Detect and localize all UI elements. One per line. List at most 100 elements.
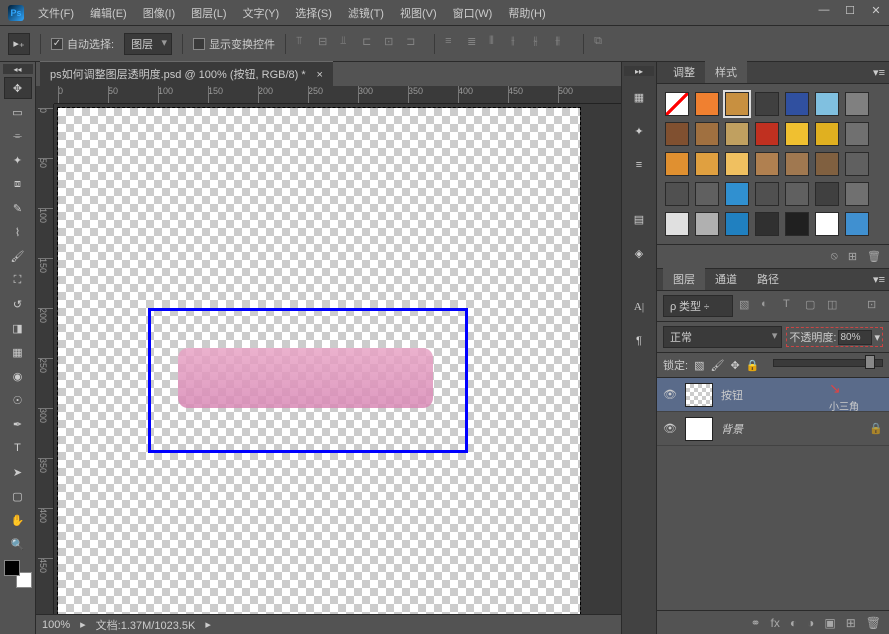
canvas[interactable]: [58, 108, 580, 614]
layer-name[interactable]: 按钮: [721, 387, 883, 403]
clone-stamp-tool[interactable]: ⛶: [4, 269, 32, 291]
link-layers-icon[interactable]: ⚭: [750, 616, 760, 630]
adjustment-layer-icon[interactable]: ◑: [807, 616, 814, 630]
properties-panel-icon[interactable]: ✦: [625, 117, 653, 145]
restore-button[interactable]: ☐: [837, 0, 863, 20]
layer-name[interactable]: 背景: [721, 421, 861, 437]
style-swatch[interactable]: [785, 182, 809, 206]
filter-adjustment-icon[interactable]: ◐: [761, 298, 777, 314]
align-left-icon[interactable]: ⊏: [362, 35, 380, 53]
menu-edit[interactable]: 编辑(E): [82, 1, 135, 25]
style-swatch[interactable]: [695, 92, 719, 116]
filter-toggle[interactable]: ⊡: [867, 298, 883, 314]
toolbox-collapse[interactable]: ◂◂: [3, 64, 33, 74]
style-swatch[interactable]: [845, 152, 869, 176]
panel-menu-icon[interactable]: ▾≡: [873, 66, 885, 79]
tab-adjustments[interactable]: 调整: [663, 61, 705, 83]
doc-info[interactable]: 文档:1.37M/1023.5K: [96, 617, 196, 633]
layer-thumbnail[interactable]: [685, 417, 713, 441]
close-button[interactable]: ✕: [863, 0, 889, 20]
align-right-icon[interactable]: ⊐: [406, 35, 424, 53]
style-swatch[interactable]: [665, 152, 689, 176]
move-tool[interactable]: ✥: [4, 77, 32, 99]
align-top-icon[interactable]: ⫪: [296, 35, 314, 53]
style-swatch[interactable]: [695, 212, 719, 236]
style-swatch[interactable]: [725, 212, 749, 236]
paragraph-panel-icon[interactable]: ¶: [625, 327, 653, 355]
layer-filter-dropdown[interactable]: ρ 类型 ÷: [663, 295, 733, 317]
style-swatch[interactable]: [755, 152, 779, 176]
selection-marquee[interactable]: [148, 308, 468, 453]
style-swatch[interactable]: [755, 92, 779, 116]
menu-file[interactable]: 文件(F): [30, 1, 82, 25]
path-selection-tool[interactable]: ➤: [4, 461, 32, 483]
style-swatch[interactable]: [695, 122, 719, 146]
filter-smart-icon[interactable]: ◫: [827, 298, 843, 314]
style-swatch[interactable]: [665, 122, 689, 146]
style-swatch[interactable]: [785, 152, 809, 176]
history-brush-tool[interactable]: ↺: [4, 293, 32, 315]
menu-select[interactable]: 选择(S): [287, 1, 340, 25]
hand-tool[interactable]: ✋: [4, 509, 32, 531]
dodge-tool[interactable]: ☉: [4, 389, 32, 411]
style-swatch[interactable]: [755, 212, 779, 236]
panel-menu-icon[interactable]: ▾≡: [873, 273, 885, 286]
style-swatch[interactable]: [785, 92, 809, 116]
style-swatch[interactable]: [755, 182, 779, 206]
new-layer-icon[interactable]: ⊞: [846, 616, 856, 630]
panel-expand[interactable]: ▸▸: [624, 66, 654, 76]
align-bottom-icon[interactable]: ⫫: [340, 35, 358, 53]
style-swatch[interactable]: [815, 122, 839, 146]
lock-pixels-icon[interactable]: 🖌: [710, 359, 724, 372]
crop-tool[interactable]: ⧈: [4, 173, 32, 195]
show-transform-checkbox[interactable]: [193, 38, 205, 50]
menu-layer[interactable]: 图层(L): [183, 1, 234, 25]
canvas-viewport[interactable]: [54, 104, 621, 614]
zoom-level[interactable]: 100%: [42, 619, 70, 631]
tab-paths[interactable]: 路径: [747, 268, 789, 290]
distribute-icon[interactable]: ⫳: [533, 35, 551, 53]
layer-fx-icon[interactable]: fx: [771, 616, 780, 630]
filter-type-icon[interactable]: T: [783, 298, 799, 314]
lock-all-icon[interactable]: 🔒: [746, 359, 760, 372]
style-swatch[interactable]: [785, 122, 809, 146]
menu-type[interactable]: 文字(Y): [235, 1, 288, 25]
style-swatch[interactable]: [845, 92, 869, 116]
align-vcenter-icon[interactable]: ⊟: [318, 35, 336, 53]
chevron-right-icon[interactable]: ▸: [205, 618, 211, 631]
vertical-ruler[interactable]: 0 50 100 150 200 250 300 350 400 450: [36, 104, 54, 614]
show-transform-option[interactable]: 显示变换控件: [193, 36, 275, 52]
style-swatch[interactable]: [695, 182, 719, 206]
distribute-icon[interactable]: ≣: [467, 35, 485, 53]
align-hcenter-icon[interactable]: ⊡: [384, 35, 402, 53]
clear-style-icon[interactable]: ⦸: [831, 250, 838, 263]
menu-window[interactable]: 窗口(W): [445, 1, 501, 25]
shape-tool[interactable]: ▢: [4, 485, 32, 507]
blend-mode-dropdown[interactable]: 正常: [663, 326, 782, 348]
tab-layers[interactable]: 图层: [663, 268, 705, 290]
document-tab[interactable]: ps如何调整图层透明度.psd @ 100% (按钮, RGB/8) * ×: [40, 61, 333, 86]
minimize-button[interactable]: —: [811, 0, 837, 20]
foreground-color-swatch[interactable]: [4, 560, 20, 576]
layer-item-background[interactable]: 👁 背景 🔒: [657, 412, 889, 446]
document-tab-close-icon[interactable]: ×: [316, 69, 322, 81]
layers-icon[interactable]: ◈: [625, 239, 653, 267]
distribute-icon[interactable]: ⫵: [555, 35, 573, 53]
tab-channels[interactable]: 通道: [705, 268, 747, 290]
menu-filter[interactable]: 滤镜(T): [340, 1, 392, 25]
style-swatch[interactable]: [815, 212, 839, 236]
distribute-icon[interactable]: ≡: [445, 35, 463, 53]
distribute-icon[interactable]: ⫲: [511, 35, 529, 53]
magic-wand-tool[interactable]: ✦: [4, 149, 32, 171]
actions-panel-icon[interactable]: ▤: [625, 205, 653, 233]
style-swatch[interactable]: [815, 152, 839, 176]
brushes-panel-icon[interactable]: ≡: [625, 151, 653, 179]
group-layers-icon[interactable]: ▣: [824, 616, 835, 630]
style-swatch[interactable]: [815, 182, 839, 206]
brush-tool[interactable]: 🖌: [4, 245, 32, 267]
auto-select-checkbox[interactable]: [51, 38, 63, 50]
delete-layer-icon[interactable]: 🗑: [866, 616, 881, 630]
pen-tool[interactable]: ✒: [4, 413, 32, 435]
lock-position-icon[interactable]: ✥: [730, 359, 739, 372]
3d-mode-icon[interactable]: ⧉: [594, 35, 612, 53]
